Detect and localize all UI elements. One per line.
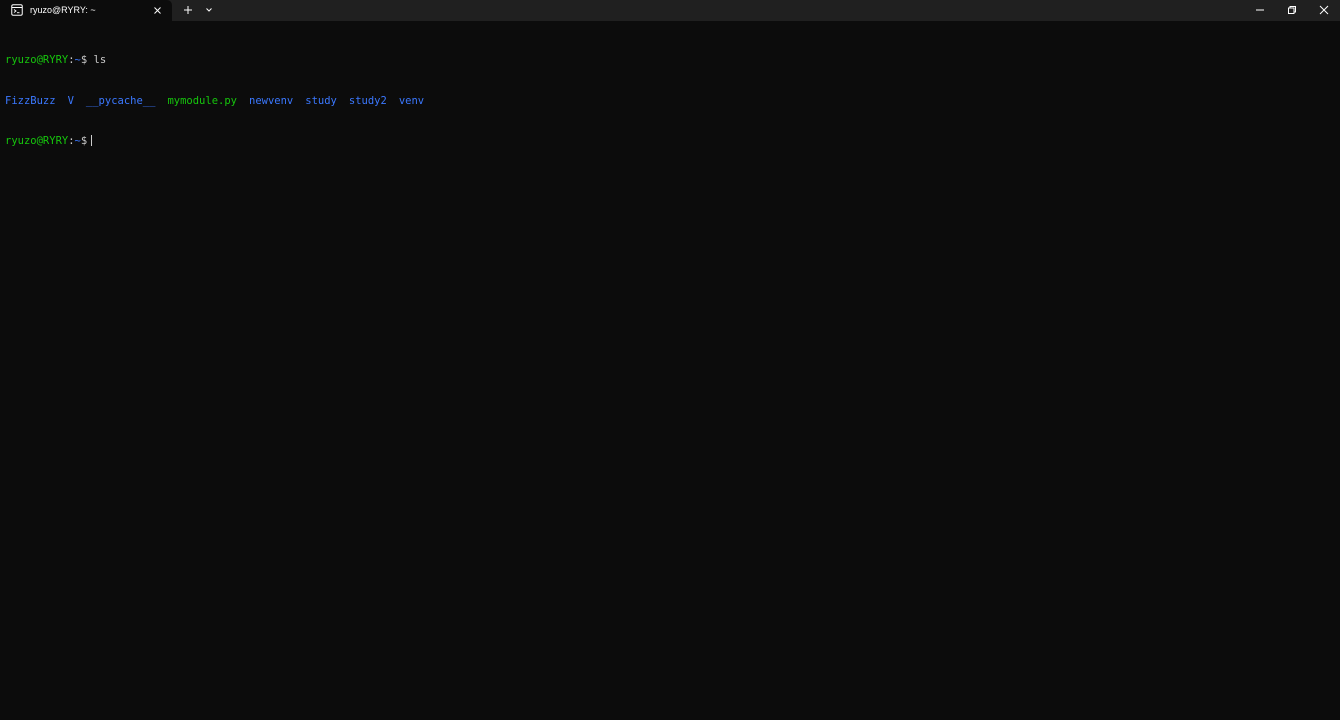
active-prompt-line[interactable]: ryuzo@RYRY:~$	[5, 135, 424, 149]
prompt-user-host: ryuzo@RYRY	[5, 54, 69, 66]
text-cursor	[91, 135, 93, 146]
ls-entry-directory: __pycache__	[85, 94, 156, 107]
ls-entry-directory: study	[305, 94, 337, 107]
title-bar[interactable]: ryuzo@RYRY: ~	[0, 0, 1340, 21]
restore-button[interactable]	[1276, 0, 1308, 21]
terminal-output[interactable]: ryuzo@RYRY:~$ ls FizzBuzz V __pycache__ mym…	[5, 27, 424, 176]
minimize-icon	[1256, 9, 1264, 11]
terminal-window: ryuzo@RYRY: ~ ryuzo@RYRY:~$ ls FizzBuzz …	[0, 0, 1340, 720]
prompt-symbol: $	[80, 135, 88, 147]
ls-entry-directory: FizzBuzz	[5, 94, 56, 107]
ls-entry-directory: venv	[398, 94, 425, 107]
terminal-tab[interactable]: ryuzo@RYRY: ~	[0, 0, 172, 21]
terminal-icon	[11, 4, 23, 16]
tab-title: ryuzo@RYRY: ~	[30, 5, 96, 15]
restore-icon	[1288, 6, 1296, 14]
close-icon	[1319, 5, 1329, 15]
ls-entry-directory: newvenv	[249, 94, 294, 107]
plus-icon[interactable]	[181, 3, 195, 17]
prompt-symbol: $	[80, 54, 88, 66]
prompt-user-host: ryuzo@RYRY	[5, 135, 69, 147]
ls-entry-directory: V	[67, 94, 74, 107]
minimize-button[interactable]	[1244, 0, 1276, 21]
command-line: ryuzo@RYRY:~$ ls	[5, 54, 424, 68]
tab-close-icon[interactable]	[151, 4, 164, 17]
close-button[interactable]	[1308, 0, 1340, 21]
ls-entry-file: mymodule.py	[167, 94, 237, 107]
command-text: ls	[93, 54, 107, 66]
ls-entry-directory: study2	[348, 94, 387, 107]
ls-output-line: FizzBuzz V __pycache__ mymodule.py newvenv st…	[5, 95, 424, 109]
chevron-down-icon[interactable]	[202, 3, 216, 17]
